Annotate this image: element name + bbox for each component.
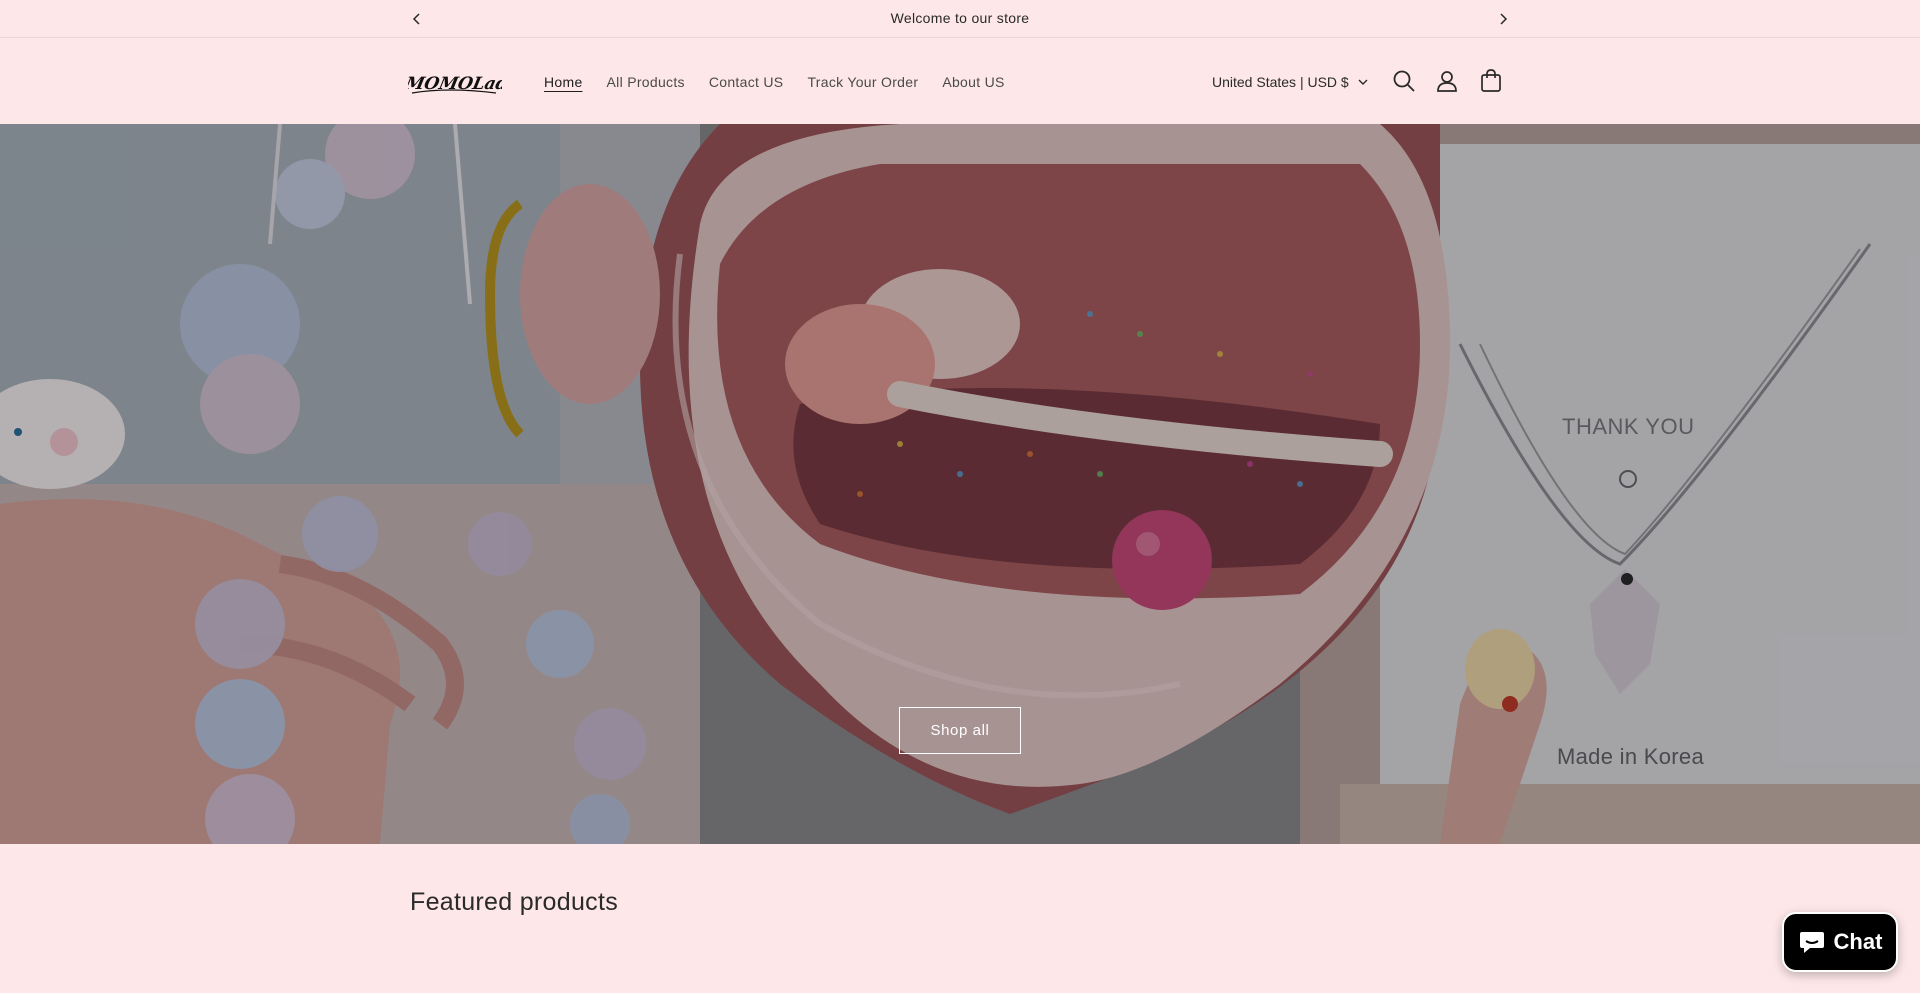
cart-icon[interactable]: [1478, 68, 1504, 94]
account-icon[interactable]: [1434, 68, 1460, 94]
nav-all-products[interactable]: All Products: [595, 74, 697, 90]
card-text-thank-you: THANK YOU: [1562, 414, 1695, 439]
search-icon[interactable]: [1391, 68, 1417, 94]
main-nav: Home All Products Contact US Track Your …: [532, 39, 1017, 124]
announcement-text: Welcome to our store: [890, 10, 1030, 26]
hero-banner: THANK YOU Made in Korea Shop all: [0, 124, 1920, 844]
chat-label: Chat: [1833, 929, 1883, 954]
nav-track-order[interactable]: Track Your Order: [795, 74, 930, 90]
featured-products-heading: Featured products: [410, 888, 618, 916]
nav-home[interactable]: Home: [532, 74, 595, 90]
store-logo[interactable]: MOMOLady: [402, 63, 520, 101]
announcement-bar: Welcome to our store: [0, 0, 1920, 38]
chevron-down-icon: [1358, 79, 1368, 85]
site-header: MOMOLady Home All Products Contact US Tr…: [0, 39, 1920, 124]
shop-all-button[interactable]: Shop all: [899, 707, 1021, 754]
chevron-right-icon[interactable]: [1494, 10, 1512, 28]
chat-bubble-icon: [1799, 932, 1824, 953]
locale-label: United States | USD $: [1212, 73, 1349, 90]
card-text-made-in-korea: Made in Korea: [1557, 744, 1704, 769]
nav-about-us[interactable]: About US: [930, 74, 1016, 90]
locale-selector[interactable]: United States | USD $: [1212, 39, 1369, 124]
nav-contact-us[interactable]: Contact US: [697, 74, 796, 90]
chat-button[interactable]: Chat: [1782, 912, 1898, 972]
